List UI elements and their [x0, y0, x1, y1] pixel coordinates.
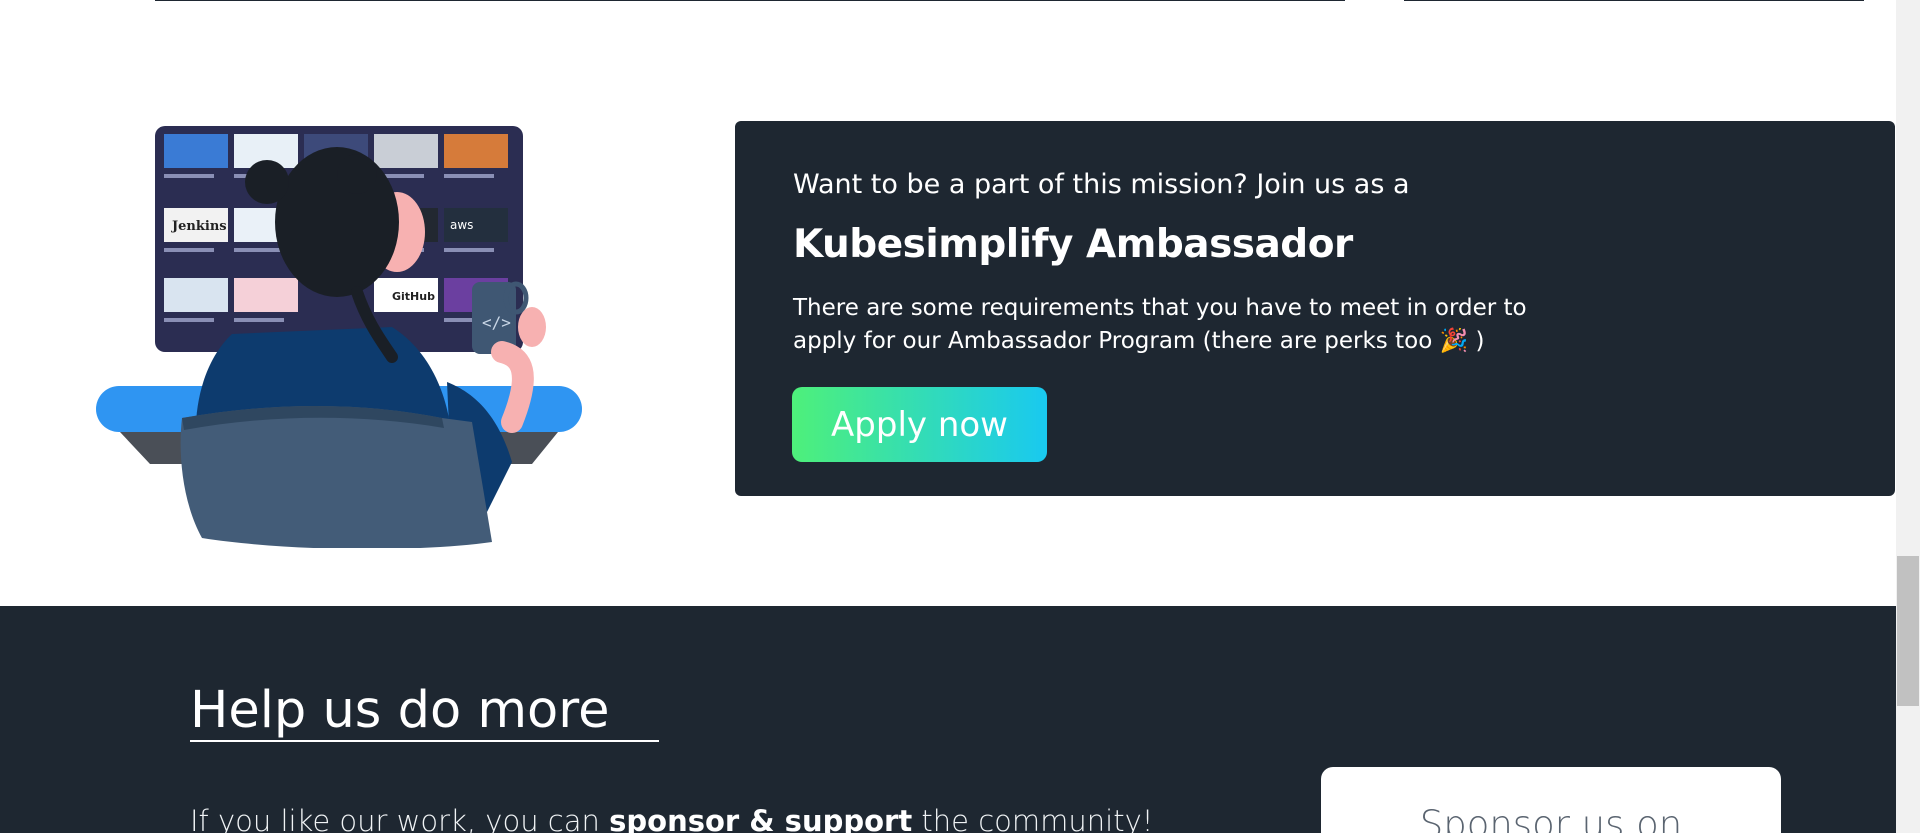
ambassador-card: Want to be a part of this mission? Join … — [735, 121, 1895, 496]
ambassador-title: Kubesimplify Ambassador — [793, 222, 1353, 267]
help-section: Help us do more If you like our work, yo… — [0, 606, 1896, 833]
ambassador-description: There are some requirements that you hav… — [793, 295, 1527, 354]
scrollbar-thumb[interactable] — [1897, 556, 1919, 706]
code-icon: </> — [482, 313, 511, 332]
scrollbar-track[interactable] — [1896, 0, 1920, 833]
apply-now-button[interactable]: Apply now — [792, 387, 1047, 462]
help-text-suffix: the community! — [912, 804, 1154, 833]
help-heading: Help us do more — [190, 684, 660, 742]
help-text-prefix: If you like our work, you can — [190, 804, 610, 833]
help-text: If you like our work, you can sponsor & … — [190, 804, 1153, 833]
sponsor-button[interactable]: Sponsor us on — [1321, 767, 1781, 833]
tile-github: GitHub — [392, 290, 435, 303]
tile-aws: aws — [450, 218, 473, 232]
ambassador-illustration: Jenkins aws GitHub </> — [96, 126, 582, 548]
section-divider-right — [1404, 0, 1864, 1]
section-divider-left — [155, 0, 1345, 1]
ambassador-intro: Want to be a part of this mission? Join … — [793, 169, 1410, 200]
sponsor-label: Sponsor us on — [1419, 803, 1683, 833]
tile-jenkins: Jenkins — [171, 219, 227, 234]
help-text-bold: sponsor & support — [609, 804, 913, 833]
